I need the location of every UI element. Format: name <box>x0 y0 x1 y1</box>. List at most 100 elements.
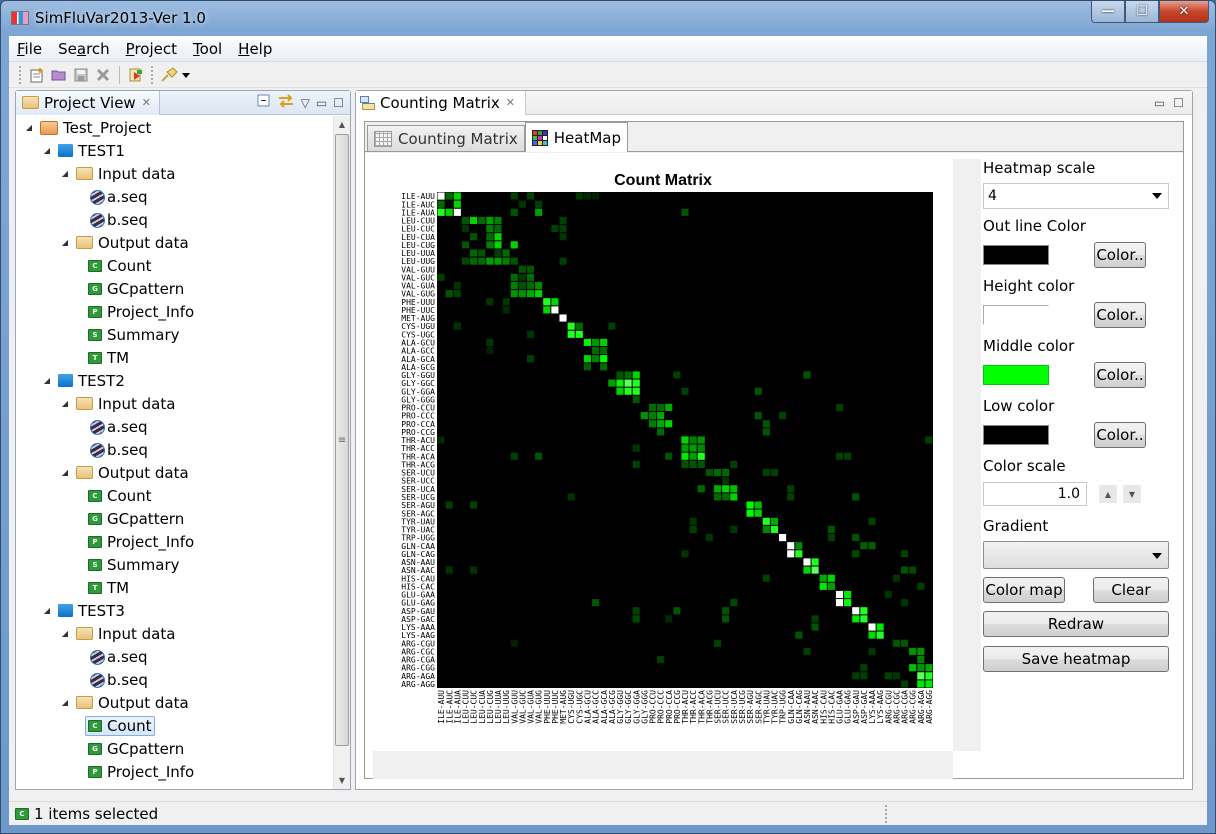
expand-toggle-icon[interactable]: ◢ <box>42 606 52 615</box>
menu-tool[interactable]: Tool <box>185 40 230 58</box>
heatmap-cell <box>510 257 518 265</box>
heatmap-cell <box>486 216 494 225</box>
tree-item[interactable]: C Count <box>16 484 334 507</box>
tree-item[interactable]: ◢ TEST3 <box>16 599 334 622</box>
expand-toggle-icon[interactable]: ◢ <box>60 238 70 247</box>
decrement-icon[interactable]: ▼ <box>1123 485 1141 503</box>
tree-item[interactable]: a.seq <box>16 645 334 668</box>
increment-icon[interactable]: ▲ <box>1099 485 1117 503</box>
heatmap-cell <box>722 485 730 493</box>
middle-color-button[interactable]: Color.. <box>1094 362 1146 388</box>
expand-toggle-icon[interactable]: ◢ <box>60 629 70 638</box>
tree-item[interactable]: ◢ Output data <box>16 231 334 254</box>
tree-item[interactable]: b.seq <box>16 438 334 461</box>
menu-project[interactable]: Project <box>118 40 185 58</box>
toolbar-grip-2[interactable] <box>151 65 154 84</box>
row-label: ARG-AGG <box>401 680 435 689</box>
heatmap-cell <box>470 216 478 225</box>
menu-file[interactable]: File <box>9 40 50 58</box>
heatmap-cell <box>770 525 779 534</box>
scroll-thumb[interactable]: ≡ <box>335 134 349 746</box>
dropdown-arrow-icon[interactable] <box>180 65 192 85</box>
tree-item[interactable]: ◢ Test_Project <box>16 116 334 139</box>
view-menu-icon[interactable]: ▽ <box>301 96 310 110</box>
tree-item[interactable]: T TM <box>16 346 334 369</box>
tree-item[interactable]: P Project_Info <box>16 760 334 783</box>
expand-toggle-icon[interactable]: ◢ <box>60 698 70 707</box>
close-button[interactable]: ✕ <box>1159 1 1209 23</box>
tree-item[interactable]: G GCpattern <box>16 737 334 760</box>
expand-toggle-icon[interactable]: ◢ <box>60 169 70 178</box>
tree-item[interactable]: S Summary <box>16 783 334 789</box>
gradient-select[interactable] <box>983 541 1169 569</box>
tree-item[interactable]: G GCpattern <box>16 507 334 530</box>
menu-help[interactable]: Help <box>230 40 280 58</box>
tree-item[interactable]: a.seq <box>16 185 334 208</box>
tree-scrollbar[interactable]: ▲ ≡ ▼ <box>333 116 350 789</box>
color-scale-input[interactable]: 1.0 <box>983 482 1087 506</box>
new-file-icon[interactable] <box>26 65 48 85</box>
expand-toggle-icon[interactable]: ◢ <box>24 123 34 132</box>
tree-item[interactable]: a.seq <box>16 415 334 438</box>
run-icon[interactable] <box>125 65 147 85</box>
menu-search[interactable]: Search <box>50 40 118 58</box>
tree-item[interactable]: C Count <box>16 254 334 277</box>
tree-item[interactable]: P Project_Info <box>16 530 334 553</box>
tree-item[interactable]: ◢ Input data <box>16 162 334 185</box>
tree-item[interactable]: ◢ Output data <box>16 691 334 714</box>
close-tab-icon[interactable]: ✕ <box>142 96 151 109</box>
tab-counting-matrix-editor[interactable]: Counting Matrix ✕ <box>356 90 526 115</box>
tree-item[interactable]: ◢ TEST1 <box>16 139 334 162</box>
expand-toggle-icon[interactable]: ◢ <box>42 376 52 385</box>
tab-project-view[interactable]: Project View ✕ <box>16 90 160 115</box>
heatmap-scale-select[interactable]: 4 <box>983 183 1169 209</box>
tree-item[interactable]: T TM <box>16 576 334 599</box>
tree-item-label: TM <box>107 348 130 367</box>
pin-tool-icon[interactable] <box>158 65 180 85</box>
tree-item[interactable]: S Summary <box>16 553 334 576</box>
minimize-button[interactable]: — <box>1091 1 1125 23</box>
color-map-button[interactable]: Color map <box>983 577 1065 603</box>
tab-heatmap[interactable]: HeatMap <box>524 122 628 152</box>
clear-button[interactable]: Clear <box>1093 577 1169 603</box>
save-icon[interactable] <box>70 65 92 85</box>
tree-item[interactable]: C Count <box>16 714 334 737</box>
maximize-editor-icon[interactable]: ☐ <box>1173 96 1184 110</box>
link-with-editor-icon[interactable] <box>277 94 295 111</box>
scroll-up-icon[interactable]: ▲ <box>334 116 350 133</box>
save-heatmap-button[interactable]: Save heatmap <box>983 646 1169 672</box>
tree-item[interactable]: ◢ Input data <box>16 392 334 415</box>
tree-item[interactable]: ◢ TEST2 <box>16 369 334 392</box>
test-folder-icon <box>58 144 73 157</box>
redraw-button[interactable]: Redraw <box>983 611 1169 637</box>
toolbar-grip[interactable] <box>19 65 22 84</box>
maximize-view-icon[interactable]: ☐ <box>333 96 344 110</box>
project-tree: ◢ Test_Project ◢ TEST1 ◢ Input data a.seq b.seq… <box>16 116 334 789</box>
expand-toggle-icon[interactable]: ◢ <box>60 468 70 477</box>
expand-toggle-icon[interactable]: ◢ <box>60 399 70 408</box>
delete-icon[interactable] <box>92 65 114 85</box>
minimize-editor-icon[interactable]: ▭ <box>1154 96 1165 110</box>
low-color-button[interactable]: Color.. <box>1094 422 1146 448</box>
tree-item[interactable]: ◢ Output data <box>16 461 334 484</box>
expand-toggle-icon[interactable]: ◢ <box>42 146 52 155</box>
minimize-view-icon[interactable]: ▭ <box>316 96 327 110</box>
tree-item[interactable]: P Project_Info <box>16 300 334 323</box>
tree-item[interactable]: b.seq <box>16 668 334 691</box>
tree-item[interactable]: ◢ Input data <box>16 622 334 645</box>
heatmap-cell <box>689 444 697 452</box>
maximize-button[interactable]: ☐ <box>1125 1 1159 23</box>
tree-item[interactable]: S Summary <box>16 323 334 346</box>
open-folder-icon[interactable] <box>48 65 70 85</box>
tree-item[interactable]: b.seq <box>16 208 334 231</box>
scroll-down-icon[interactable]: ▼ <box>334 772 350 789</box>
tree-item[interactable]: G GCpattern <box>16 277 334 300</box>
close-editor-tab-icon[interactable]: ✕ <box>506 96 515 109</box>
tab-counting-matrix[interactable]: Counting Matrix <box>367 125 525 151</box>
heatmap-cell <box>616 379 624 387</box>
heatmap-cell <box>437 273 445 281</box>
height-color-button[interactable]: Color.. <box>1094 302 1146 328</box>
output-file-icon: G <box>88 282 102 295</box>
collapse-all-icon[interactable] <box>257 94 271 111</box>
outline-color-button[interactable]: Color.. <box>1094 242 1146 268</box>
